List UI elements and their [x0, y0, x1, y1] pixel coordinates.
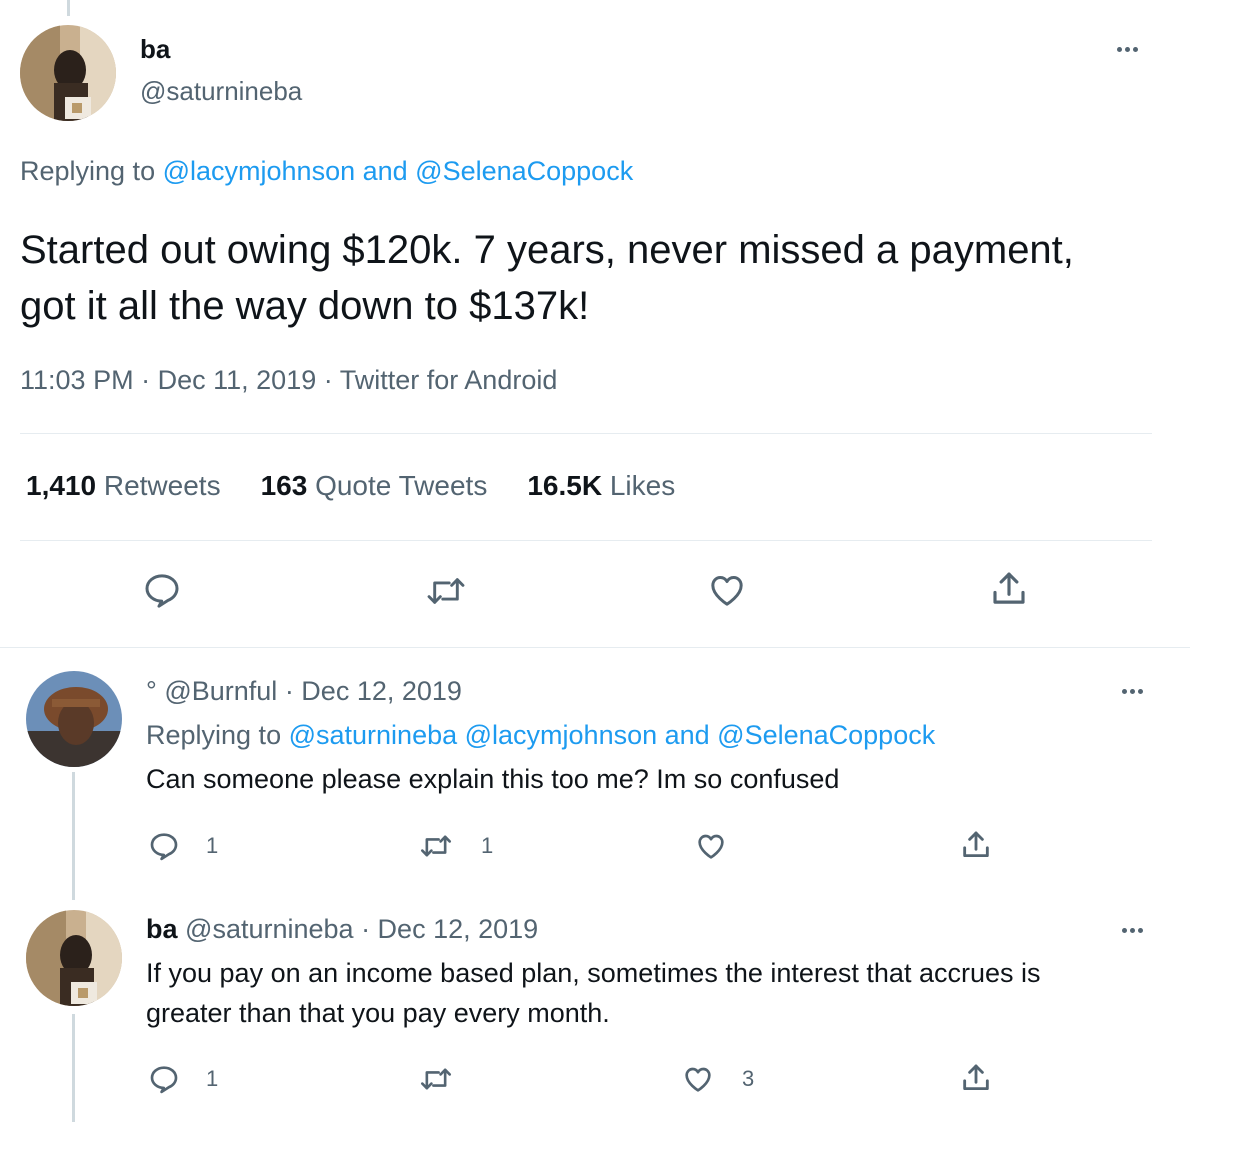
reply-author-handle[interactable]: @Burnful	[164, 676, 277, 706]
thread-connector	[72, 1014, 75, 1122]
thread-connector-top	[67, 0, 70, 16]
meta-separator: ·	[323, 365, 333, 395]
replying-mentions-link[interactable]: @lacymjohnson and @SelenaCoppock	[163, 156, 634, 186]
reply-header: ° @Burnful · Dec 12, 2019	[146, 676, 462, 707]
reply-date[interactable]: · Dec 12, 2019	[285, 676, 462, 706]
divider	[20, 433, 1152, 434]
reply-text-line: If you pay on an income based plan, some…	[146, 958, 1041, 988]
divider	[0, 647, 1190, 648]
divider	[20, 540, 1152, 541]
retweet-icon[interactable]	[419, 1063, 453, 1095]
replying-prefix: Replying to	[20, 156, 156, 186]
share-icon[interactable]	[988, 568, 1030, 610]
replying-to: Replying to @saturnineba @lacymjohnson a…	[146, 720, 935, 751]
quote-tweets-count: 163	[260, 470, 308, 501]
likes-stat[interactable]: 16.5K Likes	[527, 470, 675, 502]
thread-connector	[72, 772, 75, 900]
more-options-icon[interactable]	[1122, 689, 1143, 694]
replying-mentions-link[interactable]: @saturnineba @lacymjohnson and @SelenaCo…	[289, 720, 936, 750]
retweets-count: 1,410	[26, 470, 97, 501]
reply-date[interactable]: · Dec 12, 2019	[361, 914, 538, 944]
tweet-meta: 11:03 PM · Dec 11, 2019 · Twitter for An…	[20, 365, 557, 396]
reply-icon[interactable]	[142, 570, 182, 610]
reply-count: 1	[206, 1066, 219, 1091]
reply-icon[interactable]	[148, 830, 180, 862]
share-icon[interactable]	[959, 828, 993, 862]
replying-prefix: Replying to	[146, 720, 282, 750]
tweet-date[interactable]: Dec 11, 2019	[158, 365, 317, 395]
quote-tweets-stat[interactable]: 163 Quote Tweets	[261, 470, 488, 502]
tweet-source[interactable]: Twitter for Android	[340, 365, 558, 395]
reply-header: ba @saturnineba · Dec 12, 2019	[146, 914, 538, 945]
likes-label: Likes	[609, 470, 676, 501]
author-handle[interactable]: @saturnineba	[140, 76, 302, 107]
retweet-icon[interactable]	[419, 830, 453, 862]
quote-tweets-label: Quote Tweets	[315, 470, 488, 501]
reply-icon[interactable]	[148, 1063, 180, 1095]
retweet-icon[interactable]	[425, 571, 467, 611]
meta-separator: ·	[141, 365, 151, 395]
avatar[interactable]	[20, 25, 116, 121]
author-name[interactable]: ba	[140, 34, 170, 65]
avatar[interactable]	[26, 910, 122, 1006]
share-icon[interactable]	[959, 1061, 993, 1095]
retweet-count: 1	[481, 833, 494, 858]
reply-author-name[interactable]: °	[146, 676, 157, 706]
replying-to: Replying to @lacymjohnson and @SelenaCop…	[20, 156, 633, 187]
engagement-stats: 1,410 Retweets 163 Quote Tweets 16.5K Li…	[26, 470, 675, 502]
more-options-icon[interactable]	[1117, 47, 1138, 52]
reply-author-handle[interactable]: @saturnineba	[185, 914, 354, 944]
like-count: 3	[742, 1066, 755, 1091]
retweets-label: Retweets	[103, 470, 221, 501]
tweet-text: Started out owing $120k. 7 years, never …	[20, 228, 1074, 328]
reply-text: Can someone please explain this too me? …	[146, 764, 840, 794]
more-options-icon[interactable]	[1122, 928, 1143, 933]
reply-text-line: greater than that you pay every month.	[146, 998, 610, 1028]
like-icon[interactable]	[706, 570, 748, 610]
retweets-stat[interactable]: 1,410 Retweets	[26, 470, 221, 502]
reply-count: 1	[206, 833, 219, 858]
like-icon[interactable]	[681, 1063, 715, 1095]
tweet-time[interactable]: 11:03 PM	[20, 365, 134, 395]
reply-author-name[interactable]: ba	[146, 914, 178, 944]
avatar[interactable]	[26, 671, 122, 767]
like-icon[interactable]	[694, 830, 728, 862]
likes-count: 16.5K	[527, 470, 603, 501]
